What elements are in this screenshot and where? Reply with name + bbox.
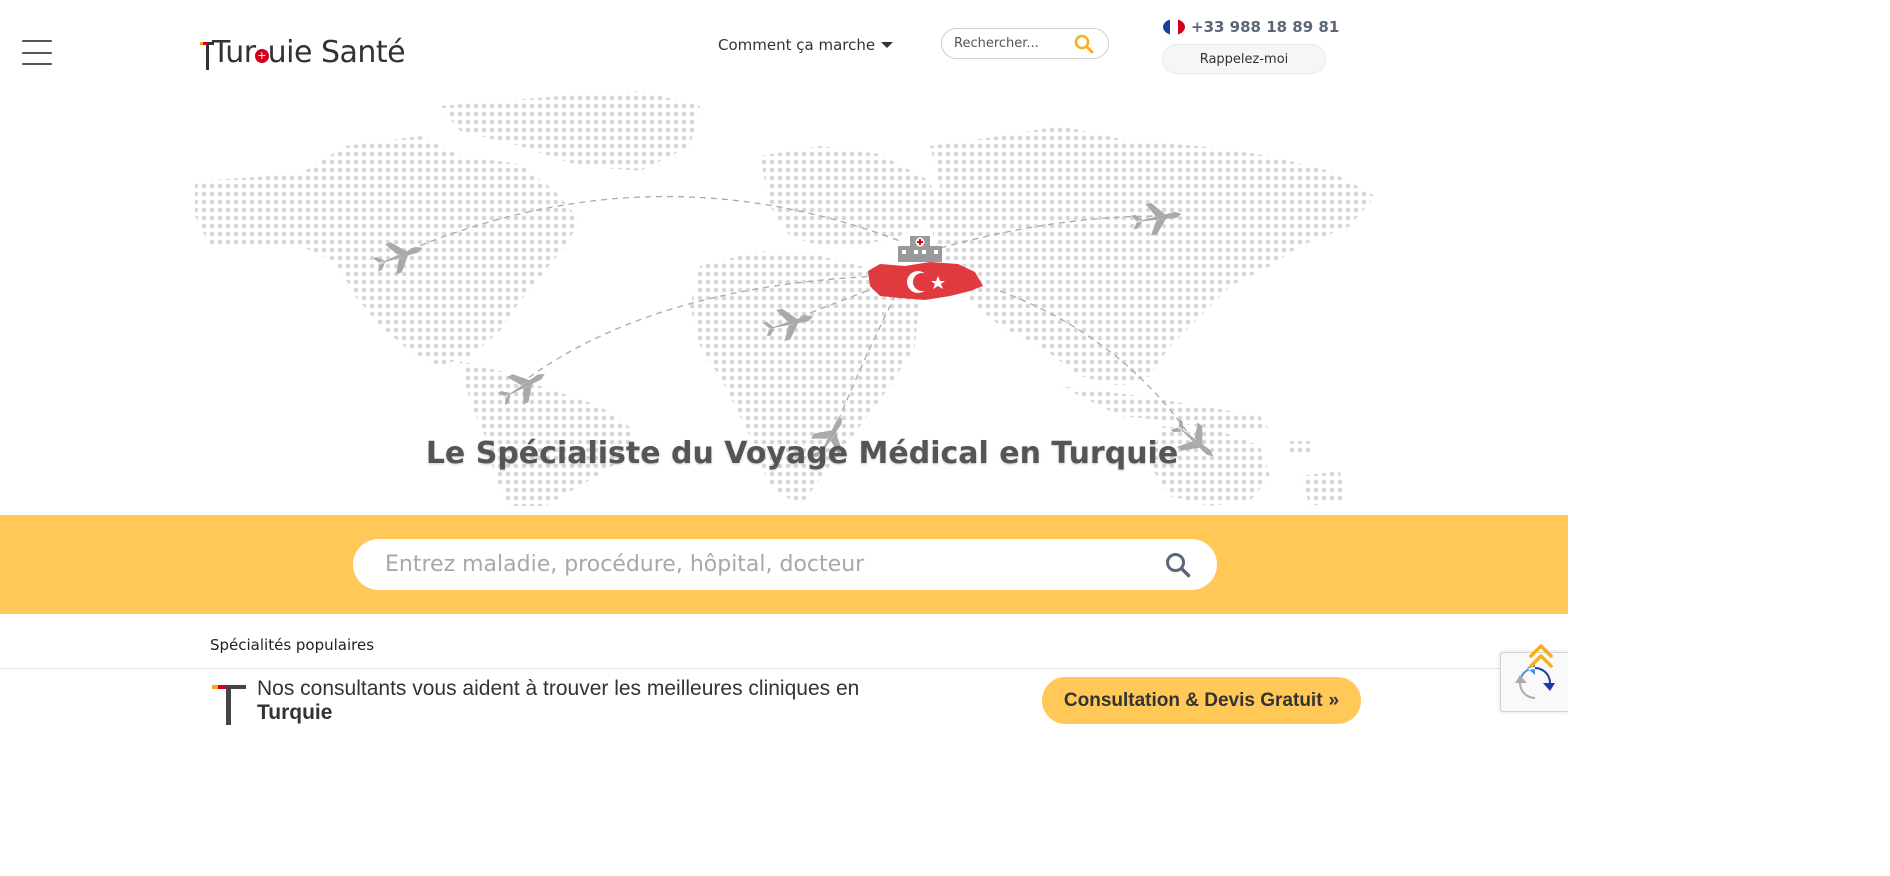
hero-title: Le Spécialiste du Voyage Médical en Turq… bbox=[425, 436, 1179, 471]
popular-specialties-heading: Spécialités populaires bbox=[210, 636, 375, 654]
free-consultation-button[interactable]: Consultation & Devis Gratuit » bbox=[1042, 677, 1361, 724]
cta-label: Consultation & Devis Gratuit bbox=[1063, 689, 1323, 711]
hero-map: Le Spécialiste du Voyage Médical en Turq… bbox=[0, 86, 1568, 515]
logo-plus-icon: + bbox=[254, 48, 269, 63]
logo-mark-icon bbox=[212, 685, 246, 725]
chevron-up-icon[interactable] bbox=[1526, 640, 1556, 670]
logo-mark-icon bbox=[200, 38, 214, 70]
bottom-bar-text: Nos consultants vous aident à trouver le… bbox=[257, 677, 859, 725]
nav-how-it-works[interactable]: Comment ça marche bbox=[718, 36, 894, 54]
logo-text: Tur +uie Santé bbox=[212, 35, 406, 70]
search-band bbox=[0, 515, 1568, 614]
header-search-input[interactable] bbox=[954, 36, 1074, 51]
double-chevron-right-icon: » bbox=[1328, 689, 1340, 711]
bottom-bar-line1: Nos consultants vous aident à trouver le… bbox=[257, 677, 860, 700]
caret-down-icon bbox=[881, 42, 894, 48]
bottom-cta-bar: Nos consultants vous aident à trouver le… bbox=[0, 668, 1568, 725]
nav-how-label: Comment ça marche bbox=[718, 36, 876, 54]
bottom-bar-line2: Turquie bbox=[257, 701, 333, 724]
search-icon[interactable] bbox=[1074, 34, 1094, 54]
header-search bbox=[941, 28, 1109, 59]
main-search-input[interactable] bbox=[385, 552, 1165, 577]
phone-text: +33 988 18 89 81 bbox=[1191, 18, 1340, 36]
search-icon[interactable] bbox=[1165, 552, 1191, 578]
page: Tur+uie Santé Comment ça marche +33 988 … bbox=[0, 0, 1568, 725]
callback-button[interactable]: Rappelez-moi bbox=[1162, 44, 1326, 74]
phone-number[interactable]: +33 988 18 89 81 bbox=[1163, 18, 1339, 36]
flag-fr-icon bbox=[1163, 19, 1185, 35]
site-logo[interactable]: Tur +uie Santé bbox=[200, 35, 406, 70]
main-search bbox=[353, 539, 1217, 590]
hamburger-icon[interactable] bbox=[22, 40, 52, 65]
